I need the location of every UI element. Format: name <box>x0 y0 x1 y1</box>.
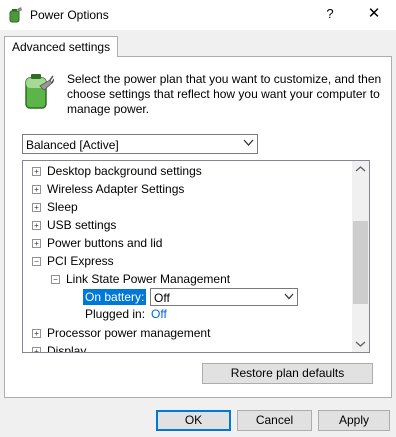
arrow-down-icon[interactable] <box>352 335 369 352</box>
expand-icon[interactable]: + <box>32 167 41 176</box>
tree-item-label: Display <box>47 344 87 353</box>
expand-icon[interactable]: + <box>32 329 41 338</box>
power-plan-select[interactable]: Balanced [Active] <box>22 134 258 154</box>
on-battery-label[interactable]: On battery: <box>81 288 148 306</box>
expand-icon[interactable]: + <box>32 239 41 248</box>
plugged-in-value-link[interactable]: Off <box>151 307 167 321</box>
tab-advanced-settings[interactable]: Advanced settings <box>4 36 119 57</box>
power-plan-value: Balanced [Active] <box>26 138 119 152</box>
chevron-down-icon <box>243 139 254 146</box>
tree-item-label: PCI Express <box>47 254 114 268</box>
tree-item-label: Desktop background settings <box>47 164 202 178</box>
collapse-icon[interactable]: − <box>51 275 60 284</box>
tree-item-label: USB settings <box>47 218 117 232</box>
battery-plug-icon <box>25 74 54 109</box>
tree-scrollbar[interactable] <box>352 161 369 352</box>
tree-item-label: Processor power management <box>47 326 211 340</box>
chevron-down-icon <box>284 293 294 300</box>
scrollbar-thumb[interactable] <box>353 221 368 304</box>
window-title: Power Options <box>30 8 109 22</box>
expand-icon[interactable]: + <box>32 221 41 230</box>
on-battery-select[interactable]: Off <box>150 288 298 306</box>
tree-item-label: Link State Power Management <box>66 272 231 286</box>
apply-button[interactable]: Apply <box>318 410 390 431</box>
restore-plan-defaults-button[interactable]: Restore plan defaults <box>202 363 373 384</box>
power-options-icon <box>9 7 22 23</box>
settings-tree[interactable]: + Desktop background settings + Wireless… <box>22 160 370 353</box>
plan-description: Select the power plan that you want to c… <box>67 72 382 116</box>
tree-item-label: Sleep <box>47 200 78 214</box>
tree-item-label: Power buttons and lid <box>47 236 163 250</box>
arrow-up-icon[interactable] <box>352 161 369 178</box>
collapse-icon[interactable]: − <box>32 257 41 266</box>
expand-icon[interactable]: + <box>32 185 41 194</box>
on-battery-value: Off <box>154 291 170 305</box>
plugged-in-label: Plugged in: <box>85 307 146 321</box>
ok-button[interactable]: OK <box>156 410 231 431</box>
expand-icon[interactable]: + <box>32 347 41 352</box>
cancel-button[interactable]: Cancel <box>237 410 312 431</box>
title-bar: Power Options ? ✕ <box>0 0 396 30</box>
help-button[interactable]: ? <box>322 6 338 21</box>
tree-item-label: Wireless Adapter Settings <box>47 182 185 196</box>
expand-icon[interactable]: + <box>32 203 41 212</box>
close-button[interactable]: ✕ <box>366 4 382 22</box>
